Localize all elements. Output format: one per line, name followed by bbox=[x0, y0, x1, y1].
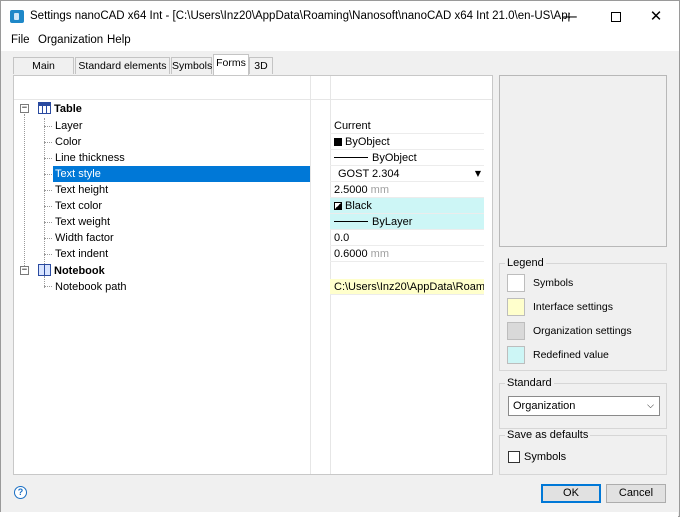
line-thickness-value: ByObject bbox=[372, 152, 417, 164]
standard-title: Standard bbox=[505, 377, 554, 389]
table-icon bbox=[38, 102, 51, 114]
menu-help[interactable]: Help bbox=[107, 34, 131, 46]
grid-header-line bbox=[14, 99, 492, 100]
property-name: Text indent bbox=[55, 248, 109, 260]
property-row-width-factor[interactable]: Width factor 0.0 bbox=[14, 230, 486, 246]
text-style-value: GOST 2.304 bbox=[338, 168, 400, 180]
property-name: Line thickness bbox=[55, 152, 125, 164]
text-indent-value: 0.6000 bbox=[334, 248, 368, 260]
notebook-path-value: C:\Users\Inz20\AppData\Roaming bbox=[334, 281, 484, 293]
property-value[interactable]: Current bbox=[330, 118, 484, 134]
symbols-checkbox[interactable] bbox=[508, 451, 520, 463]
property-row-color[interactable]: Color ByObject bbox=[14, 134, 486, 150]
property-row-text-indent[interactable]: Text indent 0.6000 mm bbox=[14, 246, 486, 262]
ok-button[interactable]: OK bbox=[541, 484, 601, 503]
chevron-down-icon: ⌵ bbox=[647, 401, 654, 411]
legend-swatch-symbols bbox=[507, 274, 525, 292]
help-icon[interactable]: ? bbox=[14, 486, 27, 499]
legend-label: Organization settings bbox=[533, 325, 632, 337]
property-value[interactable]: 0.0 bbox=[330, 230, 484, 246]
legend-label: Redefined value bbox=[533, 349, 609, 361]
tab-standard-elements[interactable]: Standard elements bbox=[75, 57, 170, 74]
property-row-text-color[interactable]: Text color Black bbox=[14, 198, 486, 214]
nanocad-app-icon bbox=[10, 10, 24, 23]
legend-group: Legend Symbols Interface settings Organi… bbox=[499, 257, 667, 371]
symbols-checkbox-label[interactable]: Symbols bbox=[524, 451, 566, 463]
tab-main-options[interactable]: Main options bbox=[13, 57, 74, 88]
legend-label: Interface settings bbox=[533, 301, 613, 313]
standard-selected-value: Organization bbox=[513, 400, 576, 412]
line-weight-icon bbox=[334, 157, 368, 158]
standard-select[interactable]: Organization ⌵ bbox=[508, 396, 660, 416]
property-grid: − Table Layer Current Color ByObject Lin… bbox=[13, 75, 493, 475]
table-collapse-icon[interactable]: − bbox=[20, 104, 29, 113]
property-row-layer[interactable]: Layer Current bbox=[14, 118, 486, 134]
settings-dialog: Settings nanoCAD x64 Int - [C:\Users\Inz… bbox=[0, 0, 680, 517]
unit-label: mm bbox=[370, 248, 389, 260]
legend-label: Symbols bbox=[533, 277, 574, 289]
width-factor-value: 0.0 bbox=[334, 232, 350, 244]
property-name: Text style bbox=[53, 166, 310, 182]
property-name: Layer bbox=[55, 120, 83, 132]
tab-forms[interactable]: Forms bbox=[213, 54, 249, 75]
property-value[interactable]: ByLayer bbox=[330, 214, 484, 230]
legend-title: Legend bbox=[505, 257, 546, 269]
layer-value: Current bbox=[334, 120, 371, 132]
property-row-text-height[interactable]: Text height 2.5000 mm bbox=[14, 182, 486, 198]
tab-symbols[interactable]: Symbols bbox=[171, 57, 212, 74]
tab-3d[interactable]: 3D bbox=[249, 57, 273, 74]
property-row-notebook-path[interactable]: Notebook path C:\Users\Inz20\AppData\Roa… bbox=[14, 279, 486, 295]
property-value[interactable]: 2.5000 mm bbox=[330, 182, 484, 198]
title-bar[interactable]: Settings nanoCAD x64 Int - [C:\Users\Inz… bbox=[1, 1, 679, 31]
property-name: Notebook path bbox=[55, 281, 127, 293]
line-weight-icon bbox=[334, 221, 368, 222]
dropdown-arrow-icon[interactable]: ▼ bbox=[475, 166, 481, 181]
legend-swatch-organization bbox=[507, 322, 525, 340]
preview-panel bbox=[499, 75, 667, 247]
property-value[interactable]: ByObject bbox=[330, 134, 484, 150]
notebook-icon bbox=[38, 264, 51, 276]
save-defaults-group: Save as defaults Symbols bbox=[499, 429, 667, 475]
text-weight-value: ByLayer bbox=[372, 216, 413, 228]
property-value[interactable]: C:\Users\Inz20\AppData\Roaming bbox=[330, 279, 484, 295]
cancel-button[interactable]: Cancel bbox=[606, 484, 666, 503]
color-swatch-icon bbox=[334, 138, 342, 146]
notebook-group-label: Notebook bbox=[54, 265, 105, 277]
menu-bar: File Organization Help bbox=[1, 31, 679, 51]
property-name: Width factor bbox=[55, 232, 114, 244]
property-row-text-weight[interactable]: Text weight ByLayer bbox=[14, 214, 486, 230]
property-value[interactable]: 0.6000 mm bbox=[330, 246, 484, 262]
window-title: Settings nanoCAD x64 Int - [C:\Users\Inz… bbox=[30, 10, 570, 22]
color-swatch-icon bbox=[334, 202, 342, 210]
standard-group: Standard Organization ⌵ bbox=[499, 377, 667, 429]
property-name: Text color bbox=[55, 200, 103, 212]
maximize-icon bbox=[611, 11, 621, 22]
property-row-text-style[interactable]: Text style GOST 2.304 ▼ bbox=[14, 166, 486, 182]
color-value: ByObject bbox=[345, 136, 390, 148]
bottom-strip bbox=[0, 512, 678, 517]
legend-swatch-interface bbox=[507, 298, 525, 316]
minimize-button[interactable]: — bbox=[547, 1, 593, 31]
unit-label: mm bbox=[370, 184, 389, 196]
text-height-value: 2.5000 bbox=[334, 184, 368, 196]
table-group-label: Table bbox=[54, 103, 82, 115]
save-defaults-title: Save as defaults bbox=[505, 429, 591, 441]
text-style-dropdown[interactable]: GOST 2.304 ▼ bbox=[330, 166, 484, 182]
property-name: Text weight bbox=[55, 216, 111, 228]
notebook-collapse-icon[interactable]: − bbox=[20, 266, 29, 275]
property-row-line-thickness[interactable]: Line thickness ByObject bbox=[14, 150, 486, 166]
property-name: Text height bbox=[55, 184, 109, 196]
menu-file[interactable]: File bbox=[11, 34, 30, 46]
menu-organization[interactable]: Organization bbox=[38, 34, 103, 46]
legend-swatch-redefined bbox=[507, 346, 525, 364]
text-color-value: Black bbox=[345, 200, 372, 212]
property-name: Color bbox=[55, 136, 82, 148]
close-button[interactable]: ✕ bbox=[633, 1, 679, 31]
property-value[interactable]: ByObject bbox=[330, 150, 484, 166]
property-value[interactable]: Black bbox=[330, 198, 484, 214]
